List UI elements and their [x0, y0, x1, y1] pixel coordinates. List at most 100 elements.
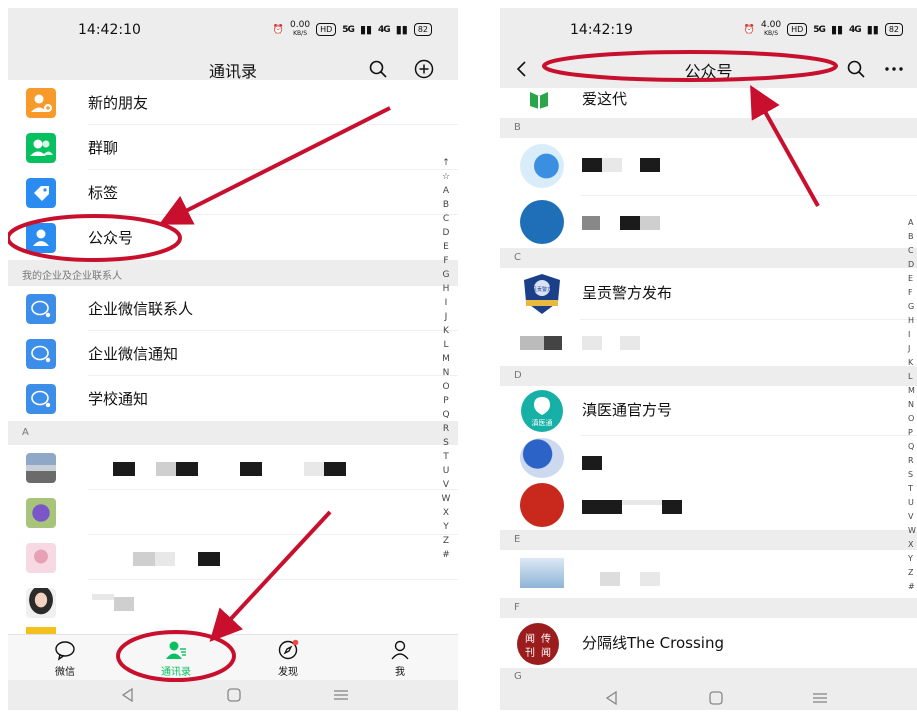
wecom-contacts-item[interactable]: 企业微信联系人: [8, 286, 458, 331]
index-letter[interactable]: O: [440, 380, 452, 394]
account-row[interactable]: [500, 480, 917, 530]
index-letter[interactable]: M: [908, 384, 917, 398]
account-row[interactable]: 闻 传 刊 闻 分隔线The Crossing: [500, 618, 917, 668]
index-letter[interactable]: ☆: [440, 170, 452, 184]
index-letter[interactable]: P: [440, 394, 452, 408]
index-letter[interactable]: T: [440, 450, 452, 464]
section-header: B: [500, 118, 917, 138]
index-letter[interactable]: C: [440, 212, 452, 226]
nav-back-icon[interactable]: [604, 690, 620, 706]
index-letter[interactable]: Q: [908, 440, 917, 454]
contact-row[interactable]: [8, 490, 458, 535]
alphabet-index[interactable]: ↑ ☆ A B C D E F G H I J K L M N O P Q R S T U V W X Y Z #: [440, 156, 452, 562]
account-row[interactable]: 爱这代: [500, 88, 917, 118]
wecom-notify-item[interactable]: 企业微信通知: [8, 331, 458, 376]
index-letter[interactable]: J: [908, 342, 917, 356]
account-row[interactable]: [500, 550, 917, 598]
index-letter[interactable]: M: [440, 352, 452, 366]
index-letter[interactable]: L: [440, 338, 452, 352]
nav-menu-icon[interactable]: [333, 687, 349, 703]
index-letter[interactable]: F: [908, 286, 917, 300]
index-letter[interactable]: V: [440, 478, 452, 492]
index-letter[interactable]: K: [440, 324, 452, 338]
index-letter[interactable]: Q: [440, 408, 452, 422]
index-letter[interactable]: A: [908, 216, 917, 230]
tags-item[interactable]: 标签: [8, 170, 458, 215]
group-chats-item[interactable]: 群聊: [8, 125, 458, 170]
index-letter[interactable]: ↑: [440, 156, 452, 170]
index-letter[interactable]: #: [440, 548, 452, 562]
index-letter[interactable]: D: [908, 258, 917, 272]
network-speed: 4.00 KB/S: [761, 20, 782, 38]
tab-me[interactable]: 我: [370, 639, 430, 678]
index-letter[interactable]: Y: [440, 520, 452, 534]
tab-discover[interactable]: 发现: [258, 639, 318, 678]
battery-icon: 82: [413, 23, 432, 36]
account-row[interactable]: [500, 436, 917, 480]
index-letter[interactable]: I: [908, 328, 917, 342]
contact-row[interactable]: [8, 580, 458, 625]
wecom-contacts-label: 企业微信联系人: [88, 300, 194, 318]
index-letter[interactable]: H: [908, 314, 917, 328]
index-letter[interactable]: J: [440, 310, 452, 324]
search-icon[interactable]: [368, 59, 388, 79]
avatar: [26, 498, 56, 528]
index-letter[interactable]: R: [908, 454, 917, 468]
index-letter[interactable]: C: [908, 244, 917, 258]
index-letter[interactable]: L: [908, 370, 917, 384]
index-letter[interactable]: D: [440, 226, 452, 240]
account-row[interactable]: 滇医通 滇医通官方号: [500, 386, 917, 436]
account-row[interactable]: 呈贡警方 呈贡警方发布: [500, 268, 917, 320]
index-letter[interactable]: T: [908, 482, 917, 496]
index-letter[interactable]: G: [440, 268, 452, 282]
official-accounts-item[interactable]: 公众号: [8, 215, 458, 260]
nav-home-icon[interactable]: [226, 687, 242, 703]
contact-row[interactable]: [8, 445, 458, 490]
tab-contacts[interactable]: 通讯录: [146, 639, 206, 678]
tab-chats[interactable]: 微信: [35, 639, 95, 678]
index-letter[interactable]: S: [908, 468, 917, 482]
account-row[interactable]: [500, 196, 917, 248]
index-letter[interactable]: B: [908, 230, 917, 244]
nav-menu-icon[interactable]: [812, 690, 828, 706]
index-letter[interactable]: A: [440, 184, 452, 198]
index-letter[interactable]: X: [440, 506, 452, 520]
index-letter[interactable]: E: [440, 240, 452, 254]
group-chats-label: 群聊: [88, 139, 119, 157]
index-letter[interactable]: W: [908, 524, 917, 538]
contact-row[interactable]: [8, 625, 458, 634]
index-letter[interactable]: W: [440, 492, 452, 506]
index-letter[interactable]: N: [908, 398, 917, 412]
more-dots-icon[interactable]: [884, 59, 904, 79]
index-letter[interactable]: Y: [908, 552, 917, 566]
index-letter[interactable]: Z: [908, 566, 917, 580]
new-friends-item[interactable]: 新的朋友: [8, 80, 458, 125]
school-notify-item[interactable]: 学校通知: [8, 376, 458, 421]
index-letter[interactable]: Z: [440, 534, 452, 548]
index-letter[interactable]: R: [440, 422, 452, 436]
index-letter[interactable]: E: [908, 272, 917, 286]
index-letter[interactable]: O: [908, 412, 917, 426]
nav-home-icon[interactable]: [708, 690, 724, 706]
alphabet-index[interactable]: A B C D E F G H I J K L M N O P Q R S T U V W X Y Z #: [908, 216, 917, 594]
index-letter[interactable]: #: [908, 580, 917, 594]
plus-circle-icon[interactable]: [414, 59, 434, 79]
index-letter[interactable]: B: [440, 198, 452, 212]
index-letter[interactable]: H: [440, 282, 452, 296]
index-letter[interactable]: S: [440, 436, 452, 450]
index-letter[interactable]: U: [440, 464, 452, 478]
index-letter[interactable]: G: [908, 300, 917, 314]
search-icon[interactable]: [846, 59, 866, 79]
index-letter[interactable]: K: [908, 356, 917, 370]
contact-row[interactable]: [8, 535, 458, 580]
nav-back-icon[interactable]: [120, 687, 136, 703]
index-letter[interactable]: U: [908, 496, 917, 510]
account-row[interactable]: [500, 138, 917, 196]
index-letter[interactable]: F: [440, 254, 452, 268]
account-row[interactable]: [500, 320, 917, 366]
index-letter[interactable]: P: [908, 426, 917, 440]
index-letter[interactable]: X: [908, 538, 917, 552]
index-letter[interactable]: I: [440, 296, 452, 310]
index-letter[interactable]: N: [440, 366, 452, 380]
index-letter[interactable]: V: [908, 510, 917, 524]
